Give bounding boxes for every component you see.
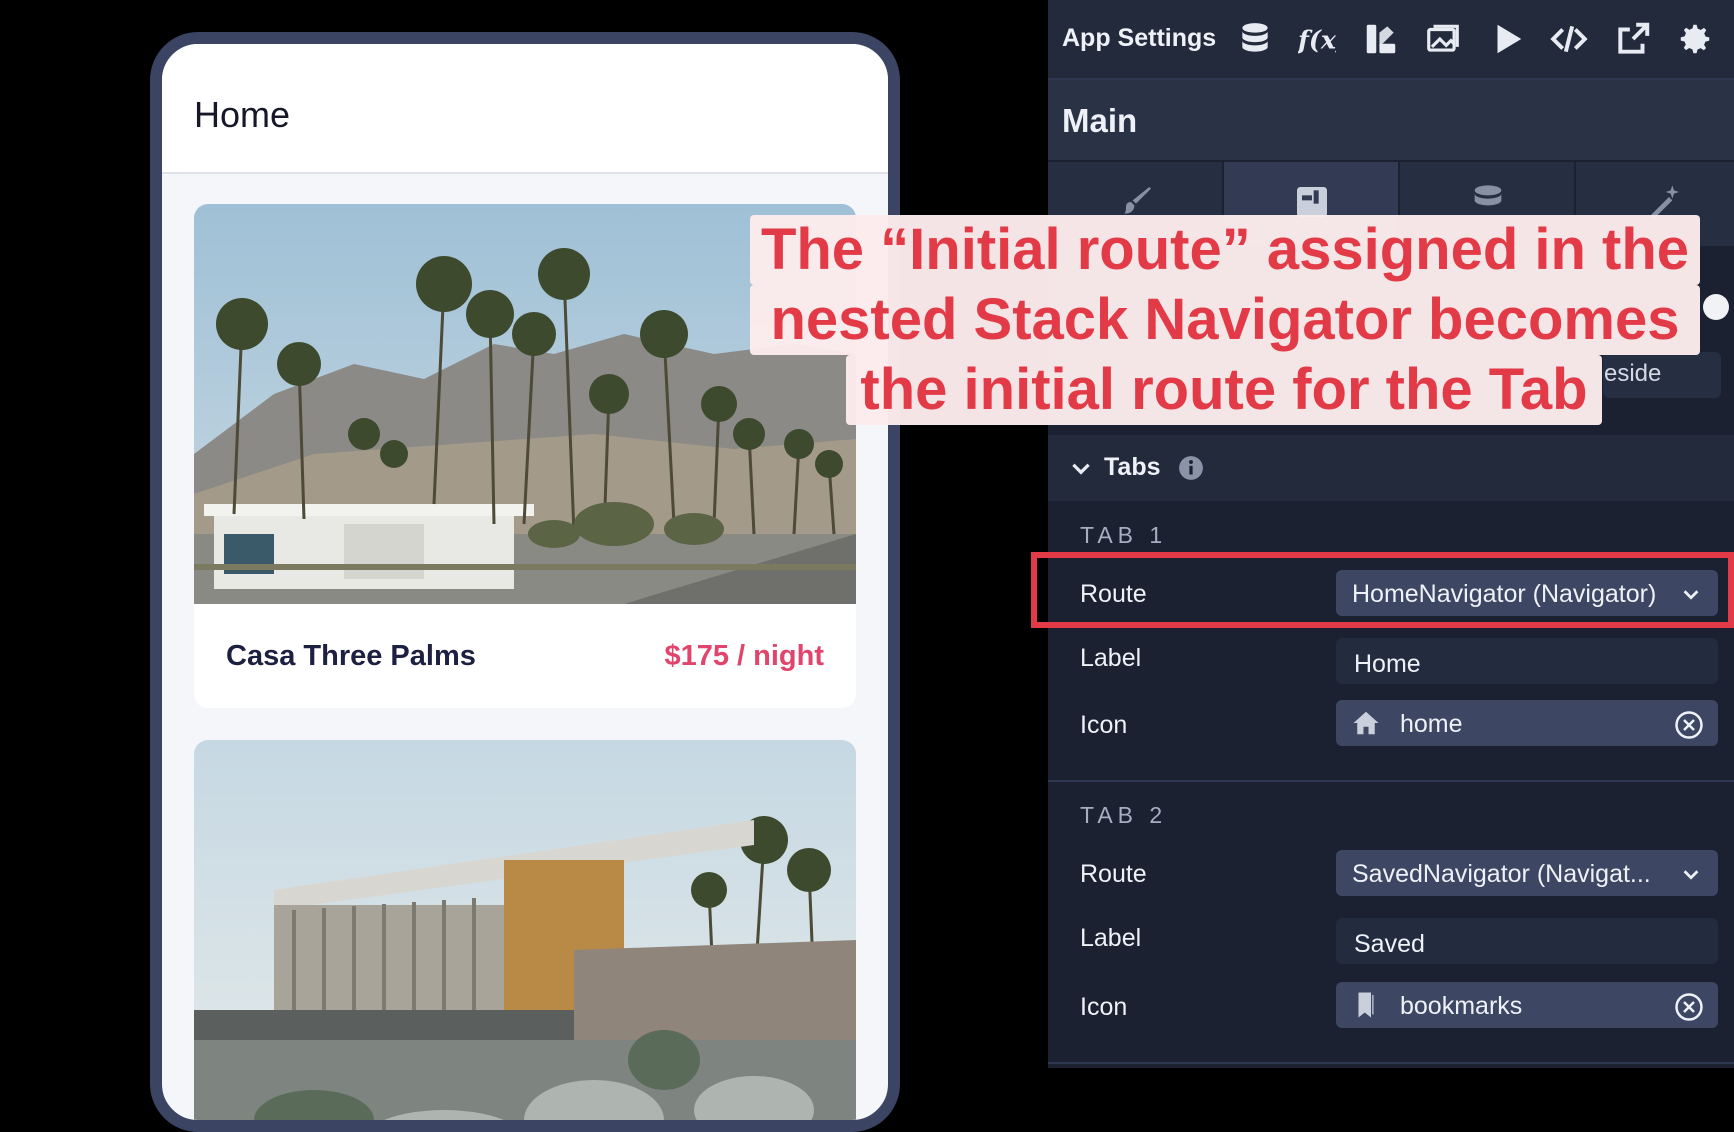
route-select[interactable]: SavedNavigator (Navigat...	[1336, 850, 1718, 896]
tab-label-value: Saved	[1354, 930, 1425, 958]
screen-header: Home	[162, 44, 888, 174]
tab-icon-field[interactable]: home	[1336, 700, 1718, 746]
divider	[1048, 780, 1734, 782]
app-settings-button[interactable]: App Settings	[1062, 24, 1216, 53]
section-label: Tabs	[1104, 453, 1161, 481]
route-label: Route	[1080, 860, 1147, 888]
top-toolbar: App Settings f(x)	[1048, 0, 1734, 80]
tab-icon-value: home	[1400, 710, 1463, 738]
svg-text:f(x): f(x)	[1298, 25, 1336, 55]
label-label: Label	[1080, 644, 1142, 672]
bookmark-icon	[1358, 992, 1374, 1018]
info-icon[interactable]	[1178, 455, 1204, 481]
toggle-switch[interactable]	[1703, 294, 1729, 320]
listing-photo	[194, 740, 856, 1120]
partial-field-text: eside	[1604, 360, 1662, 387]
screen-name: Main	[1062, 102, 1138, 139]
clear-icon[interactable]	[1674, 992, 1704, 1022]
clear-icon[interactable]	[1674, 710, 1704, 740]
chevron-down-icon	[1072, 463, 1090, 475]
tabs-section-header[interactable]: Tabs	[1048, 435, 1734, 501]
listing-card[interactable]	[194, 740, 856, 1120]
tab-label-input[interactable]: Saved	[1336, 918, 1718, 964]
icon-label: Icon	[1080, 711, 1128, 739]
code-icon[interactable]	[1550, 20, 1588, 58]
gear-icon[interactable]	[1676, 20, 1714, 58]
phone-preview: Home Casa Three Palms $175 / night	[150, 32, 900, 1132]
divider	[1048, 1062, 1734, 1064]
home-icon	[1353, 711, 1379, 735]
annotation-line-1: The “Initial route” assigned in the	[750, 215, 1700, 285]
function-icon[interactable]: f(x)	[1296, 20, 1348, 58]
tab-1-heading: TAB 1	[1080, 522, 1168, 548]
listing-price: $175 / night	[664, 640, 824, 672]
share-icon[interactable]	[1614, 20, 1652, 58]
route-highlight-box	[1031, 552, 1734, 628]
play-icon[interactable]	[1488, 20, 1526, 58]
tab-label-value: Home	[1354, 650, 1421, 678]
media-icon[interactable]	[1424, 20, 1462, 58]
chevron-down-icon	[1683, 870, 1699, 880]
listing-name: Casa Three Palms	[226, 640, 476, 672]
annotation-line-3: the initial route for the Tab	[846, 355, 1602, 425]
theme-icon[interactable]	[1362, 20, 1400, 58]
tab-2-heading: TAB 2	[1080, 802, 1168, 828]
label-label: Label	[1080, 924, 1142, 952]
tab-icon-value: bookmarks	[1400, 992, 1523, 1020]
annotation-line-2: nested Stack Navigator becomes	[750, 285, 1700, 355]
tab-icon-field[interactable]: bookmarks	[1336, 982, 1718, 1028]
route-value: SavedNavigator (Navigat...	[1352, 860, 1651, 888]
database-icon[interactable]	[1236, 20, 1274, 58]
screen-title: Home	[194, 94, 291, 135]
icon-label: Icon	[1080, 993, 1128, 1021]
settings-panel: App Settings f(x) Main	[1048, 0, 1734, 1068]
screen-name-bar: Main	[1048, 80, 1734, 160]
tab-label-input[interactable]: Home	[1336, 638, 1718, 684]
